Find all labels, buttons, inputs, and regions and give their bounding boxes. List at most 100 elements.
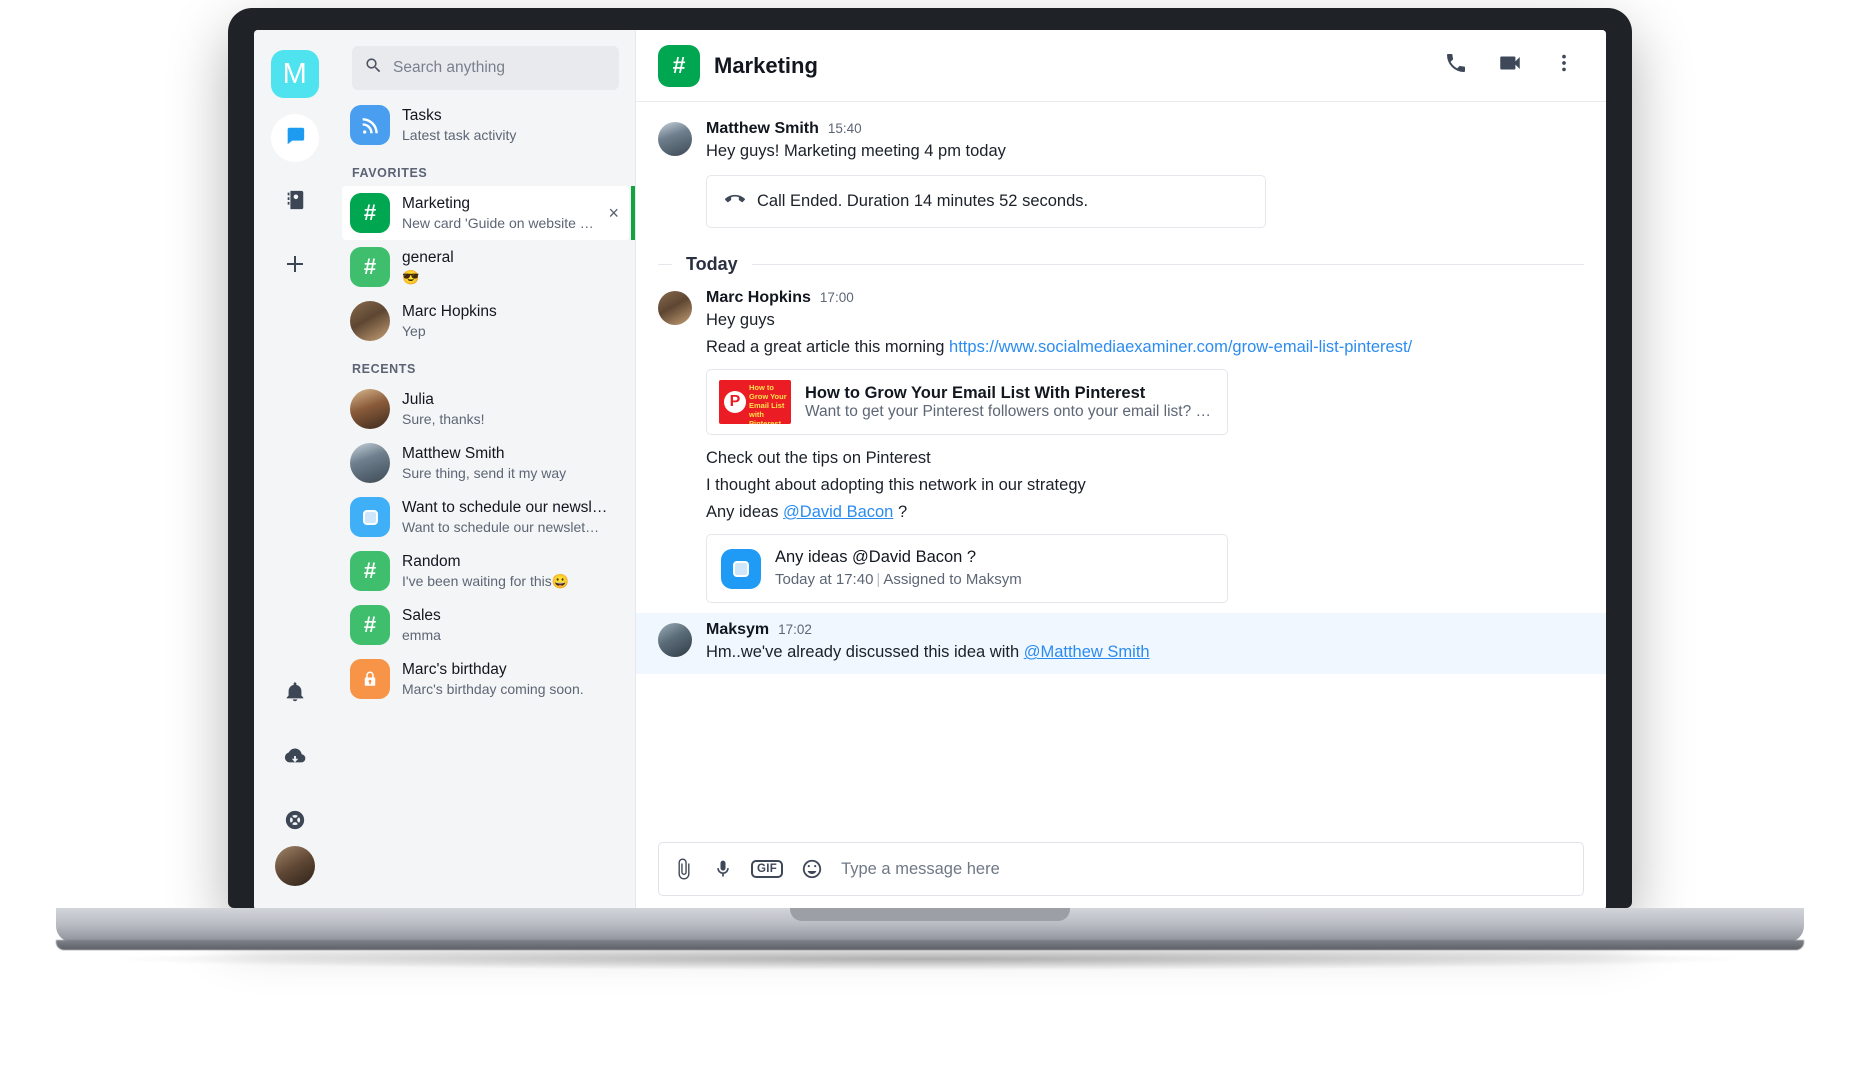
hash-icon: # [350, 193, 390, 233]
task-card-assigned-prefix: Assigned to [883, 571, 962, 588]
message-time: 17:02 [778, 622, 812, 637]
message-body: Matthew Smith 15:40 Hey guys! Marketing … [706, 120, 1584, 232]
hash-icon: # [350, 551, 390, 591]
sidebar-item-subtitle: Want to schedule our newslet… [402, 518, 600, 535]
sidebar-item-text: Random I've been waiting for this😀 [402, 552, 621, 591]
video-call-button[interactable] [1490, 46, 1530, 86]
cloud-download-icon [283, 745, 307, 772]
rail-item-add[interactable] [271, 242, 319, 290]
message-meta: Maksym 17:02 [706, 621, 1584, 639]
task-card-meta: Any ideas @David Bacon ? Today at 17:40 |… [775, 546, 1022, 591]
link-preview-thumbnail: P How to Grow Your Email List with Pinte… [719, 380, 791, 424]
call-button[interactable] [1436, 46, 1476, 86]
sidebar-item-title: Matthew Smith [402, 444, 505, 462]
microphone-icon[interactable] [713, 858, 733, 880]
rail-item-support[interactable] [271, 798, 319, 846]
sidebar-item-subtitle: New card 'Guide on website o… [402, 214, 598, 231]
gif-icon[interactable]: GIF [751, 860, 784, 878]
sidebar-item-title: Want to schedule our newsl… [402, 498, 608, 516]
message-meta: Marc Hopkins 17:00 [706, 289, 1584, 307]
app-logo[interactable]: M [271, 50, 319, 98]
chat-panel: # Marketing Matthew Smith 15:40 Hey guys… [636, 30, 1606, 910]
sidebar-item-title: Marc's birthday [402, 660, 507, 678]
more-vertical-icon [1553, 52, 1575, 79]
rss-feed-icon [350, 105, 390, 145]
link-preview-title: How to Grow Your Email List With Pintere… [805, 383, 1146, 402]
avatar [658, 291, 692, 325]
link-preview-card[interactable]: P How to Grow Your Email List with Pinte… [706, 369, 1228, 435]
message-list[interactable]: Matthew Smith 15:40 Hey guys! Marketing … [636, 102, 1606, 834]
call-ended-text: Call Ended. Duration 14 minutes 52 secon… [757, 192, 1089, 210]
mention-matthew-smith[interactable]: @Matthew Smith [1024, 643, 1150, 661]
day-divider-label: Today [686, 254, 738, 274]
search-box[interactable] [352, 46, 619, 90]
link-thumbnail-text: How to Grow Your Email List with Pintere… [749, 383, 787, 424]
task-card[interactable]: Any ideas @David Bacon ? Today at 17:40 |… [706, 534, 1228, 603]
hash-icon: # [350, 605, 390, 645]
app-logo-letter: M [282, 57, 308, 90]
sidebar-item-marc-hopkins[interactable]: Marc Hopkins Yep [336, 294, 635, 348]
rail-item-chat[interactable] [271, 114, 319, 162]
sidebar-item-marcs-birthday[interactable]: Marc's birthday Marc's birthday coming s… [336, 652, 635, 706]
pinterest-logo-icon: P [724, 391, 746, 413]
message-text: Hey guys! Marketing meeting 4 pm today [706, 142, 1006, 160]
task-square-icon [350, 497, 390, 537]
sidebar-item-tasks[interactable]: Tasks Latest task activity [336, 98, 635, 152]
chat-header: # Marketing [636, 30, 1606, 102]
avatar [350, 443, 390, 483]
close-icon[interactable]: × [608, 204, 619, 222]
sidebar-item-title: Sales [402, 606, 441, 624]
message-text: Hm..we've already discussed this idea wi… [706, 639, 1584, 666]
sidebar-item-subtitle: Yep [402, 322, 426, 339]
sidebar-item-newsletter-task[interactable]: Want to schedule our newsl… Want to sche… [336, 490, 635, 544]
plus-icon [283, 252, 307, 281]
icon-rail: M [254, 30, 336, 910]
more-options-button[interactable] [1544, 46, 1584, 86]
sidebar-item-marketing[interactable]: # Marketing New card 'Guide on website o… [342, 186, 635, 240]
sidebar-item-subtitle: I've been waiting for this😀 [402, 572, 570, 589]
rail-item-contacts[interactable] [271, 178, 319, 226]
sidebar-item-text: general 😎 [402, 248, 621, 287]
sidebar-item-matthew-smith[interactable]: Matthew Smith Sure thing, send it my way [336, 436, 635, 490]
paperclip-icon[interactable] [673, 858, 695, 880]
message-input[interactable] [841, 859, 1569, 879]
message-body: Marc Hopkins 17:00 Hey guys Read a great… [706, 289, 1584, 609]
sidebar-item-subtitle: Marc's birthday coming soon. [402, 680, 584, 697]
favorites-label: FAVORITES [352, 166, 428, 180]
sidebar-item-title: Marketing [402, 194, 471, 212]
message-composer[interactable]: GIF [658, 842, 1584, 896]
laptop-body: M Search anything Tasks Latest task acti… [228, 8, 1632, 910]
sidebar-item-julia[interactable]: Julia Sure, thanks! [336, 382, 635, 436]
lifebuoy-icon [284, 809, 306, 836]
task-card-subtitle: Today at 17:40 | Assigned to Maksym [775, 569, 1022, 591]
mention-david-bacon[interactable]: @David Bacon [783, 503, 893, 521]
gif-label: GIF [751, 860, 784, 878]
laptop-mockup: M Search anything Tasks Latest task acti… [0, 0, 1860, 1080]
task-card-date: Today at 17:40 [775, 571, 874, 588]
chat-bubble-icon [284, 125, 306, 152]
article-link[interactable]: https://www.socialmediaexaminer.com/grow… [949, 338, 1412, 356]
message-meta: Matthew Smith 15:40 [706, 120, 1584, 138]
sidebar-item-text: Julia Sure, thanks! [402, 390, 621, 429]
sidebar-item-sales[interactable]: # Sales emma [336, 598, 635, 652]
sidebar-item-text: Marketing New card 'Guide on website o… [402, 194, 615, 233]
search-wrap [336, 30, 635, 98]
sidebar-item-subtitle: emma [402, 626, 441, 643]
sidebar-item-subtitle: Sure, thanks! [402, 410, 485, 427]
rail-item-downloads[interactable] [271, 734, 319, 782]
user-avatar[interactable] [275, 846, 315, 886]
sidebar-item-random[interactable]: # Random I've been waiting for this😀 [336, 544, 635, 598]
sidebar-item-general[interactable]: # general 😎 [336, 240, 635, 294]
sidebar-item-text: Marc Hopkins Yep [402, 302, 621, 341]
search-input[interactable] [393, 59, 607, 77]
search-icon [364, 56, 383, 80]
contacts-book-icon [284, 189, 306, 216]
task-card-separator: | [876, 571, 881, 588]
rail-item-notifications[interactable] [271, 670, 319, 718]
message-text-line4: I thought about adopting this network in… [706, 476, 1086, 494]
message-time: 15:40 [827, 121, 862, 136]
smiley-icon[interactable] [801, 858, 823, 880]
task-card-assignee: Maksym [965, 571, 1022, 588]
message-line2-prefix: Read a great article this morning [706, 338, 950, 356]
avatar [658, 122, 692, 156]
